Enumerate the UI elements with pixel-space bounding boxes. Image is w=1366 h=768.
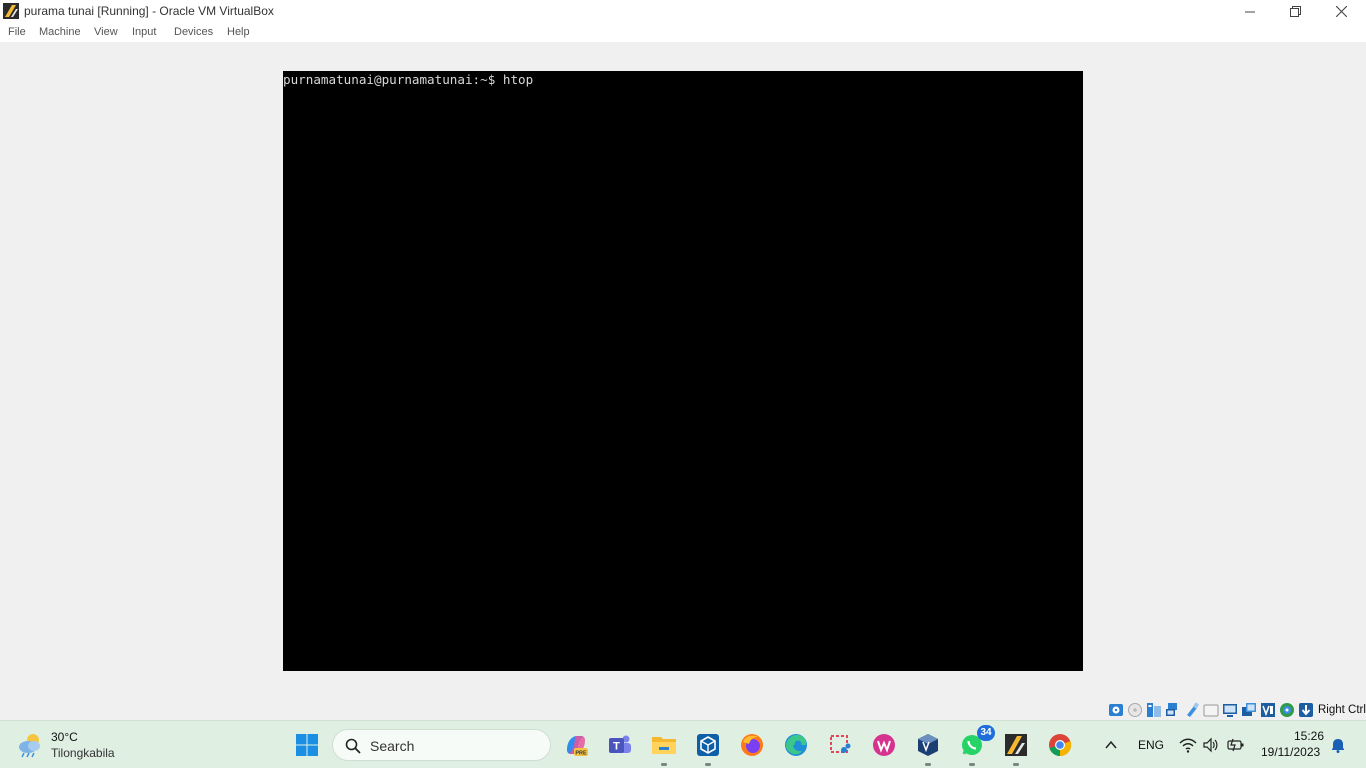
start-button[interactable]: [290, 728, 324, 762]
volume-icon[interactable]: [1202, 737, 1218, 753]
usb-icon[interactable]: [1184, 702, 1200, 718]
firefox-icon: [741, 734, 763, 756]
virtualbox-cube-icon: [918, 734, 938, 756]
notification-badge: 34: [977, 725, 995, 741]
notification-bell-icon[interactable]: [1330, 737, 1346, 753]
virtualbox-vm-icon: [1005, 734, 1027, 756]
running-indicator: [969, 763, 975, 766]
running-indicator: [661, 763, 667, 766]
snipping-tool-icon: [830, 735, 851, 753]
taskbar-app-virtualbox-vm[interactable]: [999, 728, 1033, 766]
display-icon[interactable]: [1222, 702, 1238, 718]
audio-icon[interactable]: [1146, 702, 1162, 718]
svg-text:T: T: [613, 741, 620, 753]
title-bar: purama tunai [Running] - Oracle VM Virtu…: [0, 0, 1366, 23]
shared-folders-icon[interactable]: [1203, 702, 1219, 718]
window-title: purama tunai [Running] - Oracle VM Virtu…: [24, 4, 274, 18]
taskbar-app-virtualbox[interactable]: [911, 728, 945, 766]
copilot-icon: PRE: [567, 736, 588, 757]
network-icon[interactable]: [1165, 702, 1181, 718]
video-capture-icon[interactable]: [1241, 702, 1257, 718]
menu-view[interactable]: View: [94, 26, 118, 38]
wps-office-icon: [873, 734, 895, 756]
teams-icon: T: [609, 735, 631, 753]
search-icon: [345, 738, 361, 754]
search-placeholder: Search: [370, 738, 415, 754]
menu-help[interactable]: Help: [227, 26, 250, 38]
menu-bar: File Machine View Input Devices Help: [0, 23, 1366, 42]
minimize-button[interactable]: [1227, 0, 1273, 23]
taskbar-app-file-explorer[interactable]: [647, 728, 681, 766]
close-button[interactable]: [1318, 0, 1364, 23]
clock-date[interactable]: 19/11/2023: [1261, 745, 1320, 759]
taskbar-app-dev-tool[interactable]: [691, 728, 725, 766]
language-indicator[interactable]: ENG: [1138, 738, 1164, 752]
optical-drive-icon[interactable]: [1127, 702, 1143, 718]
close-icon: [1335, 6, 1347, 17]
weather-location: Tilongkabila: [51, 746, 115, 760]
svg-text:PRE: PRE: [575, 751, 587, 757]
wifi-icon[interactable]: [1179, 737, 1197, 753]
menu-input[interactable]: Input: [132, 26, 156, 38]
taskbar-search[interactable]: Search: [332, 729, 551, 761]
chevron-up-icon[interactable]: [1104, 738, 1118, 752]
running-indicator: [1013, 763, 1019, 766]
menu-file[interactable]: File: [8, 26, 26, 38]
taskbar-app-snipping-tool[interactable]: [823, 728, 857, 762]
menu-devices[interactable]: Devices: [174, 26, 213, 38]
keyboard-capture-icon[interactable]: [1298, 702, 1314, 718]
weather-temperature: 30°C: [51, 730, 78, 744]
taskbar-app-chrome[interactable]: [1043, 728, 1077, 762]
weather-widget[interactable]: 30°C Tilongkabila: [16, 727, 136, 763]
chrome-icon: [1049, 734, 1072, 757]
vm-display[interactable]: purnamatunai@purnamatunai:~$ htop: [283, 71, 1083, 671]
taskbar-app-teams[interactable]: T: [603, 728, 637, 762]
taskbar-app-whatsapp[interactable]: 34: [955, 725, 995, 766]
menu-machine[interactable]: Machine: [39, 26, 81, 38]
minimize-icon: [1245, 11, 1255, 12]
folder-icon: [652, 737, 676, 754]
battery-icon[interactable]: [1227, 738, 1245, 752]
taskbar-app-wps-office[interactable]: [867, 728, 901, 762]
taskbar-app-copilot[interactable]: PRE: [559, 728, 593, 762]
virtualbox-app-icon: [3, 3, 19, 19]
clock-time[interactable]: 15:26: [1294, 729, 1324, 743]
cube-app-icon: [697, 734, 719, 756]
vm-status-bar: Right Ctrl: [1108, 700, 1366, 720]
weather-cloud-icon: [19, 734, 40, 758]
windows-logo-icon: [296, 734, 318, 756]
mouse-integration-icon[interactable]: [1279, 702, 1295, 718]
taskbar-app-firefox[interactable]: [735, 728, 769, 762]
virtualization-icon[interactable]: [1260, 702, 1276, 718]
taskbar-app-edge[interactable]: [779, 728, 813, 762]
host-key-label: Right Ctrl: [1318, 704, 1366, 716]
taskbar: 30°C Tilongkabila Search PRE T 34 ENG 15…: [0, 720, 1366, 768]
hard-disk-icon[interactable]: [1108, 702, 1124, 718]
edge-icon: [785, 734, 807, 756]
restore-icon: [1289, 6, 1301, 17]
terminal-prompt-line: purnamatunai@purnamatunai:~$ htop: [283, 72, 534, 87]
restore-button[interactable]: [1272, 0, 1318, 23]
running-indicator: [925, 763, 931, 766]
running-indicator: [705, 763, 711, 766]
